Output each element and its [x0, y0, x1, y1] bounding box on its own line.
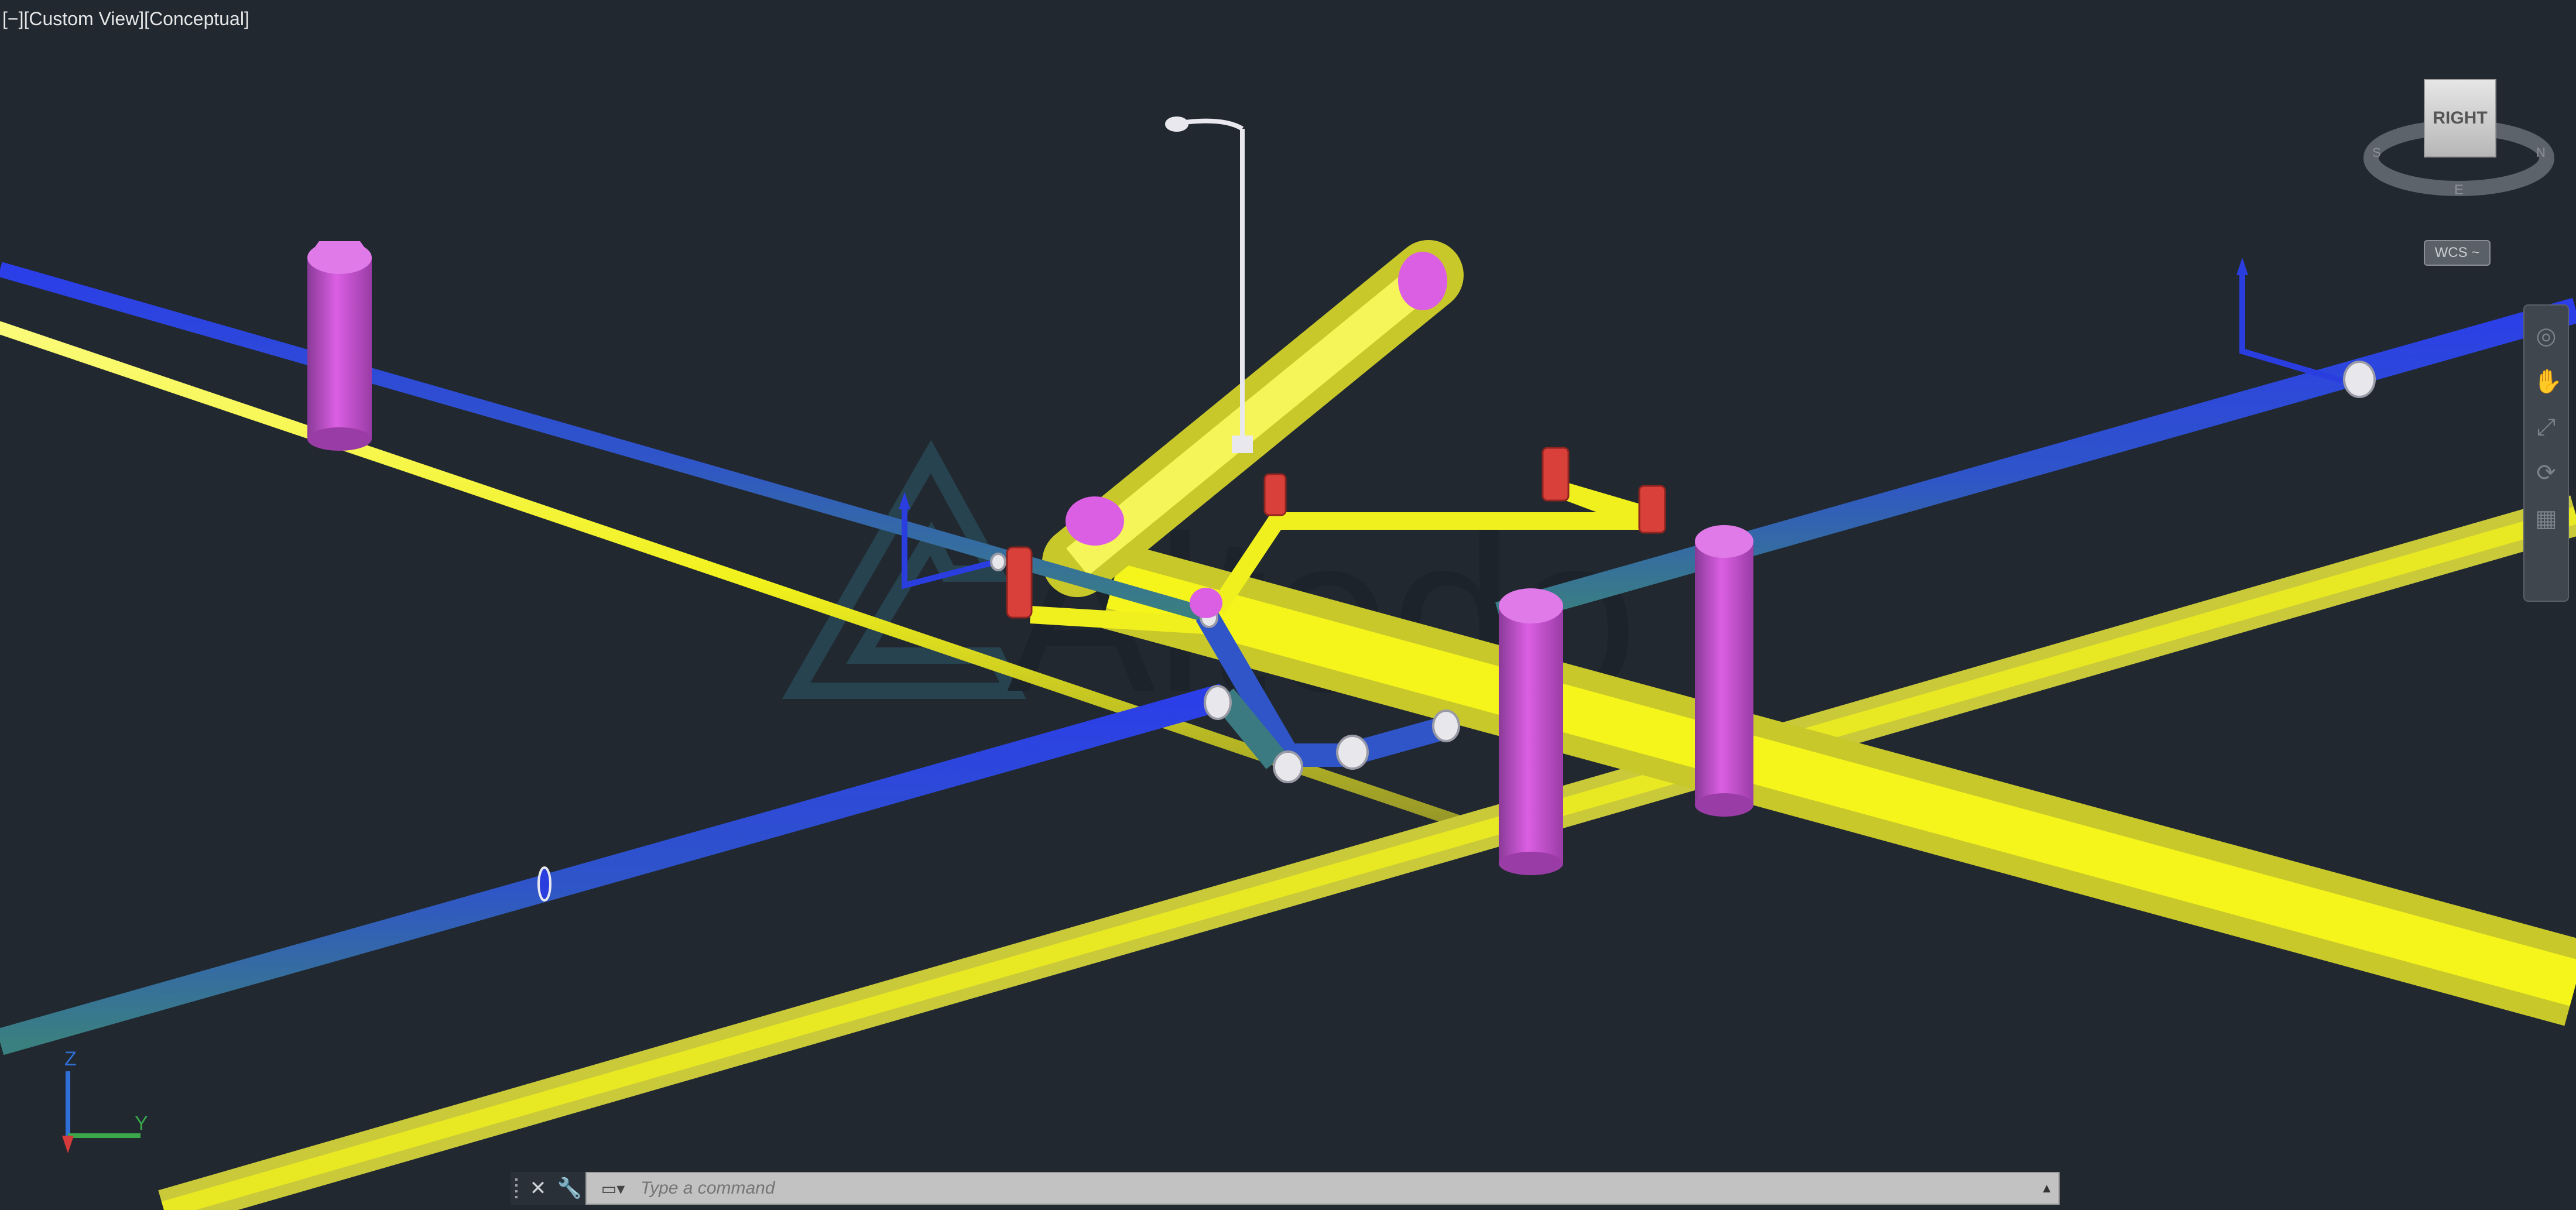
- command-prompt-icon[interactable]: ▭▾: [587, 1172, 639, 1205]
- showmotion-icon[interactable]: ▦: [2533, 506, 2559, 532]
- orbit-icon[interactable]: ⟳: [2533, 460, 2559, 486]
- close-icon[interactable]: ✕: [522, 1172, 554, 1205]
- navigation-bar[interactable]: ◎ ✋ ⤢ ⟳ ▦: [2523, 304, 2569, 602]
- command-line[interactable]: ✕ 🔧 ▭▾ ▲: [511, 1171, 2060, 1206]
- 3d-viewport[interactable]: Altedo: [0, 0, 2576, 1210]
- compass-s: S: [2372, 145, 2381, 160]
- wcs-menu-button[interactable]: WCS ~: [2424, 240, 2491, 266]
- compass-n: N: [2536, 145, 2546, 160]
- ucs-icon: Z Y: [47, 1042, 164, 1159]
- viewcube[interactable]: S N E RIGHT: [2359, 70, 2558, 205]
- ucs-y-label: Y: [135, 1112, 148, 1134]
- pan-icon[interactable]: ✋: [2533, 369, 2563, 395]
- command-input[interactable]: [639, 1174, 2035, 1202]
- viewcube-face-right[interactable]: RIGHT: [2424, 79, 2496, 157]
- ucs-z-label: Z: [64, 1048, 77, 1070]
- command-line-grip[interactable]: [511, 1172, 522, 1205]
- customize-wrench-icon[interactable]: 🔧: [554, 1172, 585, 1205]
- compass-e: E: [2454, 182, 2464, 198]
- command-input-box[interactable]: ▭▾ ▲: [585, 1172, 2060, 1205]
- steering-wheel-icon[interactable]: ◎: [2533, 323, 2559, 349]
- chevron-up-icon[interactable]: ▲: [2035, 1172, 2058, 1205]
- zoom-icon[interactable]: ⤢: [2533, 414, 2559, 440]
